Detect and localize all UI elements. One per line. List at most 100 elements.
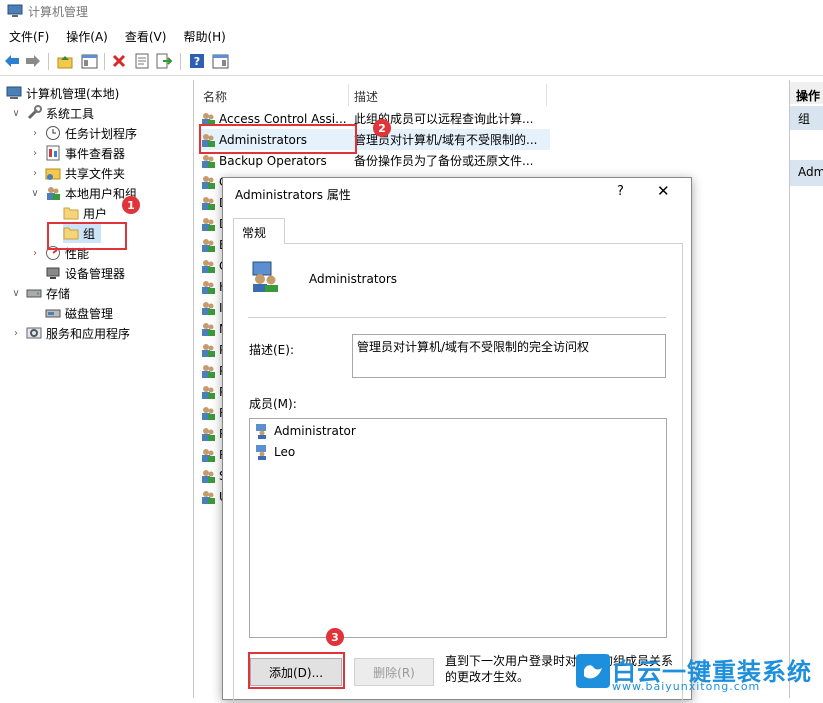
back-arrow-icon[interactable] — [3, 52, 21, 70]
folder-icon — [63, 207, 79, 220]
group-icon — [202, 175, 215, 189]
up-folder-icon[interactable] — [56, 52, 74, 70]
user-icon — [256, 445, 266, 460]
tree-disk-management[interactable]: 磁盘管理 — [45, 303, 113, 323]
properties-icon[interactable] — [133, 52, 151, 70]
group-icon — [202, 322, 215, 336]
menu-action[interactable]: 操作(A) — [57, 25, 116, 47]
tree-root-label: 计算机管理(本地) — [26, 86, 120, 101]
step-badge-1: 1 — [122, 196, 140, 214]
tree-shared-folders[interactable]: › 共享文件夹 — [29, 163, 125, 183]
member-item-leo[interactable]: Leo — [255, 443, 295, 461]
show-hide-action-pane-icon[interactable] — [211, 52, 229, 70]
delete-icon[interactable] — [110, 52, 128, 70]
group-icon — [202, 364, 215, 378]
window-title: 计算机管理 — [28, 5, 89, 19]
tree-task-scheduler-label: 任务计划程序 — [65, 126, 138, 141]
tree-users-label: 用户 — [83, 206, 108, 221]
computer-management-icon — [6, 86, 22, 99]
chevron-down-icon[interactable]: ∨ — [29, 188, 41, 199]
group-icon — [202, 259, 215, 273]
tree-local-users-groups[interactable]: ∨ 本地用户和组 — [29, 183, 137, 203]
tree-event-viewer-label: 事件查看器 — [65, 146, 126, 161]
disk-icon — [45, 309, 61, 318]
group-icon — [202, 238, 215, 252]
step-badge-2: 2 — [373, 119, 391, 137]
tree-services-apps[interactable]: › 服务和应用程序 — [10, 323, 130, 343]
tree-disk-management-label: 磁盘管理 — [65, 306, 114, 321]
actions-item-admin[interactable]: Adm — [790, 160, 823, 186]
group-icon — [202, 385, 215, 399]
tree-system-tools[interactable]: ∨ 系统工具 — [10, 103, 94, 123]
divider — [248, 317, 666, 318]
menu-help[interactable]: 帮助(H) — [174, 25, 233, 47]
list-row-name: Backup Operators — [219, 153, 327, 168]
tree-device-manager[interactable]: 设备管理器 — [45, 263, 125, 283]
svg-text:?: ? — [194, 55, 200, 68]
console-tree: 计算机管理(本地) ∨ 系统工具 › 任务计划程序 › 事件查看器 › 共享文件… — [0, 80, 194, 698]
members-list[interactable]: Administrator Leo — [249, 418, 667, 638]
help-icon[interactable]: ? — [188, 52, 206, 70]
menu-view[interactable]: 查看(V) — [116, 25, 175, 47]
highlight-administrators — [199, 124, 357, 154]
storage-icon — [26, 289, 42, 298]
users-group-icon — [47, 187, 60, 200]
tree-shared-folders-label: 共享文件夹 — [65, 166, 126, 181]
show-hide-tree-icon[interactable] — [80, 52, 98, 70]
actions-header: 操作 — [790, 82, 823, 104]
tab-general[interactable]: 常规 — [233, 218, 285, 244]
tools-icon — [27, 105, 42, 120]
device-manager-icon — [46, 267, 60, 279]
group-icon — [202, 196, 215, 210]
step-badge-3: 3 — [326, 628, 344, 646]
group-icon — [202, 490, 215, 504]
title-bar: 计算机管理 — [0, 0, 823, 24]
column-header-name[interactable]: 名称 — [203, 88, 227, 110]
tree-services-apps-label: 服务和应用程序 — [46, 326, 131, 341]
tree-task-scheduler[interactable]: › 任务计划程序 — [29, 123, 137, 143]
chevron-right-icon[interactable]: › — [10, 328, 22, 339]
tree-storage-label: 存储 — [46, 286, 71, 301]
dialog-title: Administrators 属性 — [235, 188, 351, 202]
chevron-right-icon[interactable]: › — [29, 128, 41, 139]
group-icon — [202, 469, 215, 483]
chevron-right-icon[interactable]: › — [29, 248, 41, 259]
actions-item-groups[interactable]: 组 — [790, 106, 823, 130]
services-icon — [26, 327, 42, 339]
menu-file[interactable]: 文件(F) — [0, 25, 57, 47]
tree-device-manager-label: 设备管理器 — [65, 266, 126, 281]
highlight-groups — [47, 222, 127, 250]
chevron-down-icon[interactable]: ∨ — [10, 108, 22, 119]
close-icon[interactable]: ✕ — [657, 182, 670, 200]
export-icon[interactable] — [155, 52, 173, 70]
forward-arrow-icon[interactable] — [24, 52, 42, 70]
group-icon — [202, 280, 215, 294]
chevron-right-icon[interactable]: › — [29, 168, 41, 179]
list-row-desc: 备份操作员为了备份或还原文件... — [354, 154, 534, 168]
member-item-administrator[interactable]: Administrator — [255, 422, 356, 440]
watermark-url: www.baiyunxitong.com — [612, 680, 761, 693]
chevron-down-icon[interactable]: ∨ — [10, 288, 22, 299]
column-header-description[interactable]: 描述 — [354, 88, 378, 110]
remove-button[interactable]: 删除(R) — [354, 658, 434, 686]
members-label: 成员(M): — [249, 397, 297, 411]
highlight-add-button — [248, 652, 345, 689]
event-viewer-icon — [46, 145, 60, 161]
group-icon — [202, 406, 215, 420]
group-name: Administrators — [309, 272, 398, 286]
tree-storage[interactable]: ∨ 存储 — [10, 283, 70, 303]
description-field[interactable]: 管理员对计算机/域有不受限制的完全访问权 — [352, 334, 666, 378]
help-button[interactable]: ? — [617, 184, 624, 199]
group-icon — [202, 427, 215, 441]
computer-management-icon — [7, 4, 23, 17]
clock-icon — [46, 126, 60, 140]
tree-system-tools-label: 系统工具 — [46, 106, 95, 121]
tree-users[interactable]: 用户 — [63, 203, 107, 223]
chevron-right-icon[interactable]: › — [29, 148, 41, 159]
group-icon — [202, 217, 215, 231]
shared-folder-icon — [45, 168, 61, 180]
member-name: Leo — [274, 445, 296, 459]
tree-event-viewer[interactable]: › 事件查看器 — [29, 143, 125, 163]
administrators-properties-dialog: Administrators 属性 ? ✕ 常规 Administrators … — [222, 177, 692, 703]
tree-root[interactable]: 计算机管理(本地) — [6, 83, 119, 103]
